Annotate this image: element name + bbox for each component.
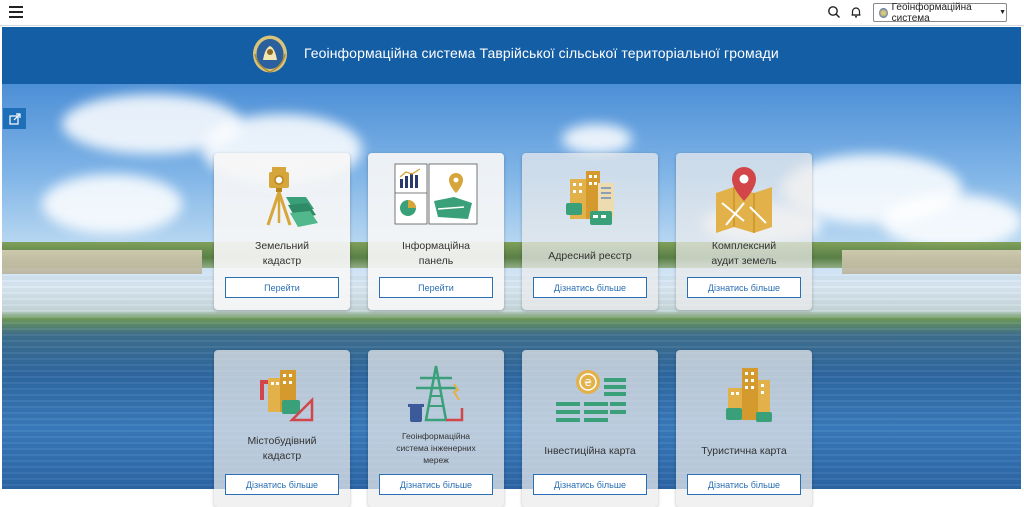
card-tourist-map[interactable]: Туристична карта Дізнатись більше [676,350,812,507]
card-title-line: Комплексний [711,240,777,252]
theodolite-icon [266,167,318,227]
learn-more-button[interactable]: Дізнатись більше [687,474,801,495]
card-info-panel[interactable]: Інформаційна панель Перейти [368,153,504,310]
card-land-audit[interactable]: Комплексний аудит земель Дізнатись більш… [676,153,812,310]
card-title-line: Інформаційна [402,240,470,252]
caret-down-icon: ▼ [999,9,1006,16]
emblem-icon [879,7,888,18]
card-title-line: мереж [423,455,449,465]
hotel-icon [726,368,772,422]
search-icon[interactable] [827,5,841,19]
background-landscape [2,84,1021,489]
card-title-line: система інженерних [396,443,476,453]
card-land-cadastre[interactable]: Земельний кадастр Перейти [214,153,350,310]
card-title-line: аудит земель [711,255,777,267]
card-title-line: Адресний реєстр [548,250,632,262]
power-tower-icon [408,365,464,422]
svg-text:₴: ₴ [584,378,592,389]
card-engineering-networks[interactable]: Геоінформаційна система інженерних мереж… [368,350,504,507]
top-bar: Геоінформаційна система ▼ [0,0,1024,26]
share-icon [8,112,21,125]
card-title-line: кадастр [262,450,302,462]
learn-more-button[interactable]: Дізнатись більше [225,474,339,495]
learn-more-button[interactable]: Дізнатись більше [533,474,647,495]
go-button[interactable]: Перейти [379,277,493,298]
app-switcher[interactable]: Геоінформаційна система ▼ [873,1,1007,24]
urban-planning-icon [260,370,314,422]
go-button[interactable]: Перейти [225,277,339,298]
card-title-line: Інвестиційна карта [544,445,636,457]
dashboard-map-icon [394,163,478,225]
emblem-icon [253,35,287,73]
map-pin-icon [716,167,772,233]
card-urban-cadastre[interactable]: Містобудівний кадастр Дізнатись більше [214,350,350,507]
address-buildings-icon [566,171,614,225]
card-title-line: Містобудівний [247,435,317,447]
learn-more-button[interactable]: Дізнатись більше [533,277,647,298]
card-title-line: Земельний [254,240,310,252]
card-title-line: Туристична карта [701,445,787,457]
menu-icon[interactable] [9,6,23,18]
bell-icon[interactable] [849,5,863,19]
page-title: Геоінформаційна система Таврійської сіль… [304,45,779,61]
learn-more-button[interactable]: Дізнатись більше [379,474,493,495]
card-investment-map[interactable]: ₴ Інвестиційна карта Дізнатись більше [522,350,658,507]
header-banner: Геоінформаційна система Таврійської сіль… [2,27,1021,84]
learn-more-button[interactable]: Дізнатись більше [687,277,801,298]
app-switcher-label: Геоінформаційна система [891,1,972,24]
card-title-line: кадастр [262,255,302,267]
card-title-line: панель [418,255,454,267]
coins-icon: ₴ [556,370,626,422]
card-title-line: Геоінформаційна [401,431,471,441]
card-address-registry[interactable]: Адресний реєстр Дізнатись більше [522,153,658,310]
share-button[interactable] [3,108,26,129]
